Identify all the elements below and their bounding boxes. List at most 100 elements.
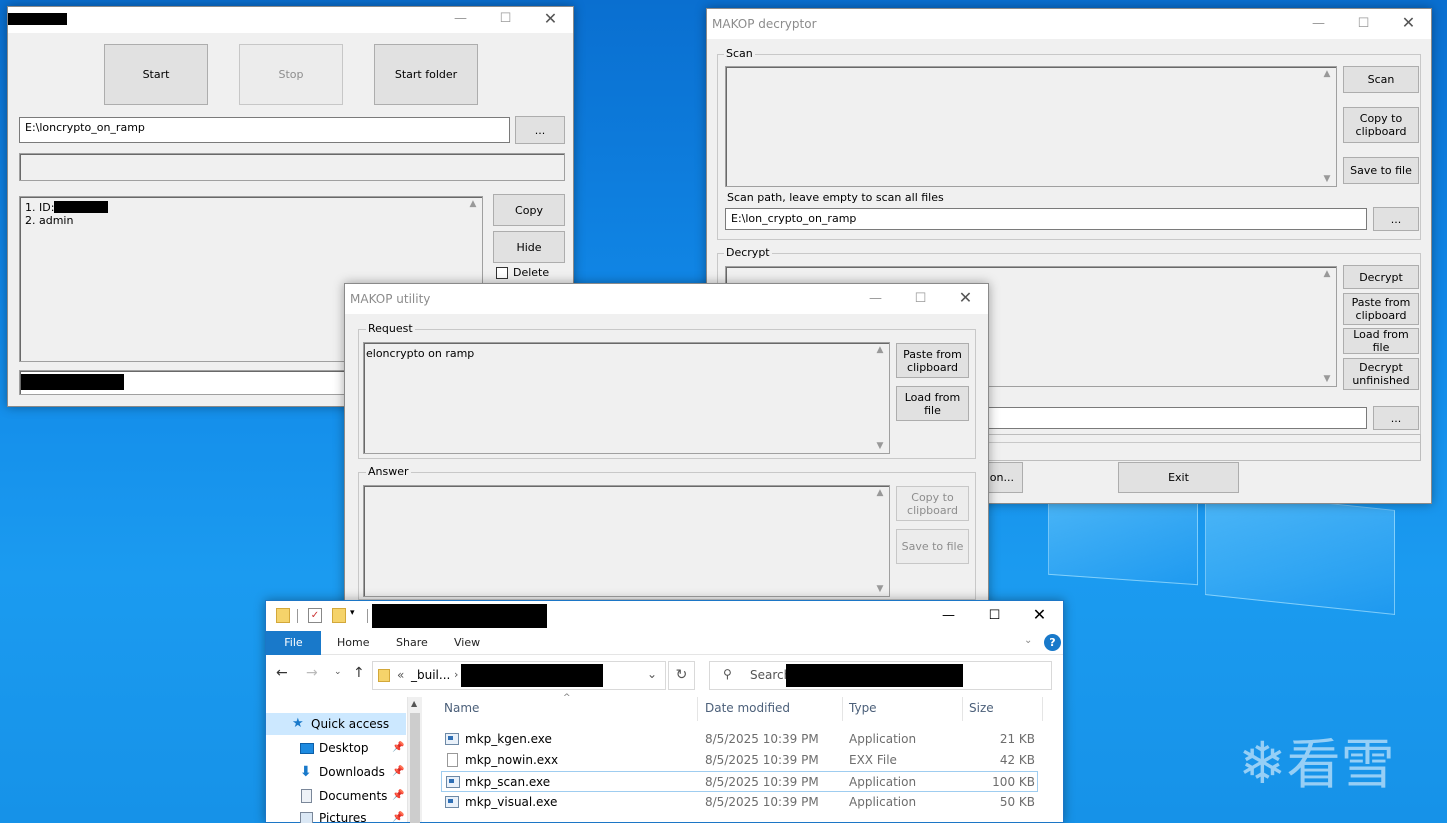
maximize-button[interactable]: ☐ [898, 284, 943, 314]
windows-logo-pane [1048, 489, 1198, 586]
nav-item-documents[interactable]: Documents 📌 [266, 785, 406, 807]
refresh-button[interactable]: ↻ [668, 661, 695, 690]
browse-scan-path-button[interactable]: ... [1373, 207, 1419, 231]
column-header-type[interactable]: Type [849, 701, 877, 715]
maximize-button[interactable]: ☐ [972, 601, 1017, 631]
paste-from-clipboard-button[interactable]: Paste from clipboard [1343, 293, 1419, 325]
file-row[interactable]: mkp_visual.exe 8/5/2025 10:39 PM Applica… [441, 792, 1038, 813]
nav-item-downloads[interactable]: ⬇ Downloads 📌 [266, 761, 406, 783]
properties-icon[interactable]: ✓ [308, 608, 322, 623]
minimize-button[interactable]: — [438, 7, 483, 33]
address-prefix[interactable]: « [397, 668, 404, 682]
copy-button[interactable]: Copy [493, 194, 565, 226]
tab-view[interactable]: View [454, 636, 480, 649]
maximize-button[interactable]: ☐ [483, 7, 528, 33]
file-row[interactable]: mkp_kgen.exe 8/5/2025 10:39 PM Applicati… [441, 729, 1038, 750]
pin-icon[interactable]: 📌 [392, 761, 404, 783]
scroll-up-icon[interactable]: ▲ [1319, 269, 1335, 279]
file-row[interactable]: mkp_nowin.exx 8/5/2025 10:39 PM EXX File… [441, 750, 1038, 771]
file-explorer-window: ✓ ▾ — ☐ ✕ File Home Share View ⌄ ? ← → ⌄… [265, 600, 1064, 823]
quick-access-dropdown-icon[interactable]: ▾ [350, 608, 355, 618]
scroll-down-icon[interactable]: ▼ [872, 584, 888, 594]
close-button[interactable]: ✕ [1386, 9, 1431, 39]
scroll-up-icon[interactable]: ▲ [872, 488, 888, 498]
search-box[interactable]: ⚲ Search [709, 661, 1052, 690]
pin-icon[interactable]: 📌 [392, 737, 404, 759]
scroll-down-icon[interactable]: ▼ [872, 441, 888, 451]
browse-decrypt-path-button[interactable]: ... [1373, 406, 1419, 430]
delete-checkbox[interactable] [496, 267, 508, 279]
scroll-thumb[interactable] [410, 713, 420, 823]
scroll-up-icon[interactable]: ▲ [411, 699, 417, 708]
minimize-button[interactable]: — [1296, 9, 1341, 39]
column-header-date[interactable]: Date modified [705, 701, 790, 715]
redacted-title [8, 13, 67, 25]
maximize-button[interactable]: ☐ [1341, 9, 1386, 39]
browse-button[interactable]: ... [515, 116, 565, 144]
save-to-file-button[interactable]: Save to file [896, 529, 969, 564]
column-header-name[interactable]: Name [444, 701, 479, 715]
help-icon[interactable]: ? [1044, 634, 1061, 651]
nav-item-desktop[interactable]: Desktop 📌 [266, 737, 406, 759]
utility-window: MAKOP utility — ☐ ✕ Request eloncrypto o… [344, 283, 989, 613]
load-from-file-button[interactable]: Load from file [1343, 328, 1419, 354]
answer-text[interactable]: ▲ ▼ [363, 485, 890, 597]
nav-scrollbar[interactable]: ▲ [408, 697, 422, 823]
path-input[interactable]: E:\loncrypto_on_ramp [19, 117, 510, 143]
recent-locations-icon[interactable]: ⌄ [334, 667, 342, 677]
exit-button[interactable]: Exit [1118, 462, 1239, 493]
file-icon [447, 753, 458, 767]
decrypt-button[interactable]: Decrypt [1343, 265, 1419, 289]
start-button[interactable]: Start [104, 44, 208, 105]
desktop: ❄看雪 MAKOP decryptor — ☐ ✕ Scan ▲ ▼ Scan C… [0, 0, 1447, 823]
file-row-selected[interactable]: mkp_scan.exe 8/5/2025 10:39 PM Applicati… [441, 771, 1038, 792]
hide-button[interactable]: Hide [493, 231, 565, 263]
tab-file[interactable]: File [266, 631, 321, 655]
paste-from-clipboard-button[interactable]: Paste from clipboard [896, 343, 969, 378]
scan-button[interactable]: Scan [1343, 66, 1419, 93]
close-button[interactable]: ✕ [528, 7, 573, 33]
snowflake-icon: ❄ [1238, 729, 1287, 797]
scroll-up-icon[interactable]: ▲ [872, 345, 888, 355]
pin-icon[interactable]: 📌 [392, 807, 404, 823]
tab-home[interactable]: Home [337, 636, 369, 649]
minimize-button[interactable]: — [926, 601, 971, 631]
up-arrow-icon[interactable]: ↑ [353, 665, 365, 681]
scroll-down-icon[interactable]: ▼ [1319, 174, 1335, 184]
load-from-file-button[interactable]: Load from file [896, 386, 969, 421]
address-segment[interactable]: _buil... [411, 668, 450, 682]
answer-group-label: Answer [366, 465, 411, 478]
scrollbar[interactable]: ▲ ▼ [872, 487, 888, 595]
nav-item-quick-access[interactable]: ★ Quick access [266, 713, 406, 735]
new-folder-icon[interactable] [332, 608, 346, 623]
scrollbar[interactable]: ▲ ▼ [1319, 268, 1335, 385]
start-folder-button[interactable]: Start folder [374, 44, 478, 105]
back-arrow-icon[interactable]: ← [276, 665, 288, 681]
decrypt-unfinished-button[interactable]: Decrypt unfinished [1343, 358, 1419, 390]
title-bar: ✓ ▾ — ☐ ✕ [266, 601, 1063, 631]
pin-icon[interactable]: 📌 [392, 785, 404, 807]
scrollbar[interactable]: ▲ ▼ [872, 344, 888, 452]
tab-share[interactable]: Share [396, 636, 428, 649]
copy-to-clipboard-button[interactable]: Copy to clipboard [1343, 107, 1419, 143]
scrollbar[interactable]: ▲ ▼ [1319, 68, 1335, 185]
nav-item-pictures[interactable]: Pictures 📌 [266, 807, 406, 823]
scroll-down-icon[interactable]: ▼ [1319, 374, 1335, 384]
scroll-up-icon[interactable]: ▲ [1319, 69, 1335, 79]
request-text[interactable]: eloncrypto on ramp ▲ ▼ [363, 342, 890, 454]
chevron-down-icon[interactable]: ⌄ [1024, 635, 1032, 646]
copy-to-clipboard-button[interactable]: Copy to clipboard [896, 486, 969, 521]
forward-arrow-icon[interactable]: → [306, 665, 318, 681]
save-to-file-button[interactable]: Save to file [1343, 157, 1419, 184]
list-line-1: 1. ID: [25, 201, 109, 214]
stop-button[interactable]: Stop [239, 44, 343, 105]
minimize-button[interactable]: — [853, 284, 898, 314]
address-bar[interactable]: « _buil... › ⌄ [372, 661, 666, 690]
close-button[interactable]: ✕ [943, 284, 988, 314]
column-header-size[interactable]: Size [969, 701, 994, 715]
scan-path-input[interactable]: E:\lon_crypto_on_ramp [725, 208, 1367, 230]
close-button[interactable]: ✕ [1017, 601, 1062, 631]
scan-output[interactable]: ▲ ▼ [725, 66, 1337, 187]
address-dropdown-icon[interactable]: ⌄ [647, 667, 657, 681]
scroll-up-icon[interactable]: ▲ [465, 199, 481, 209]
